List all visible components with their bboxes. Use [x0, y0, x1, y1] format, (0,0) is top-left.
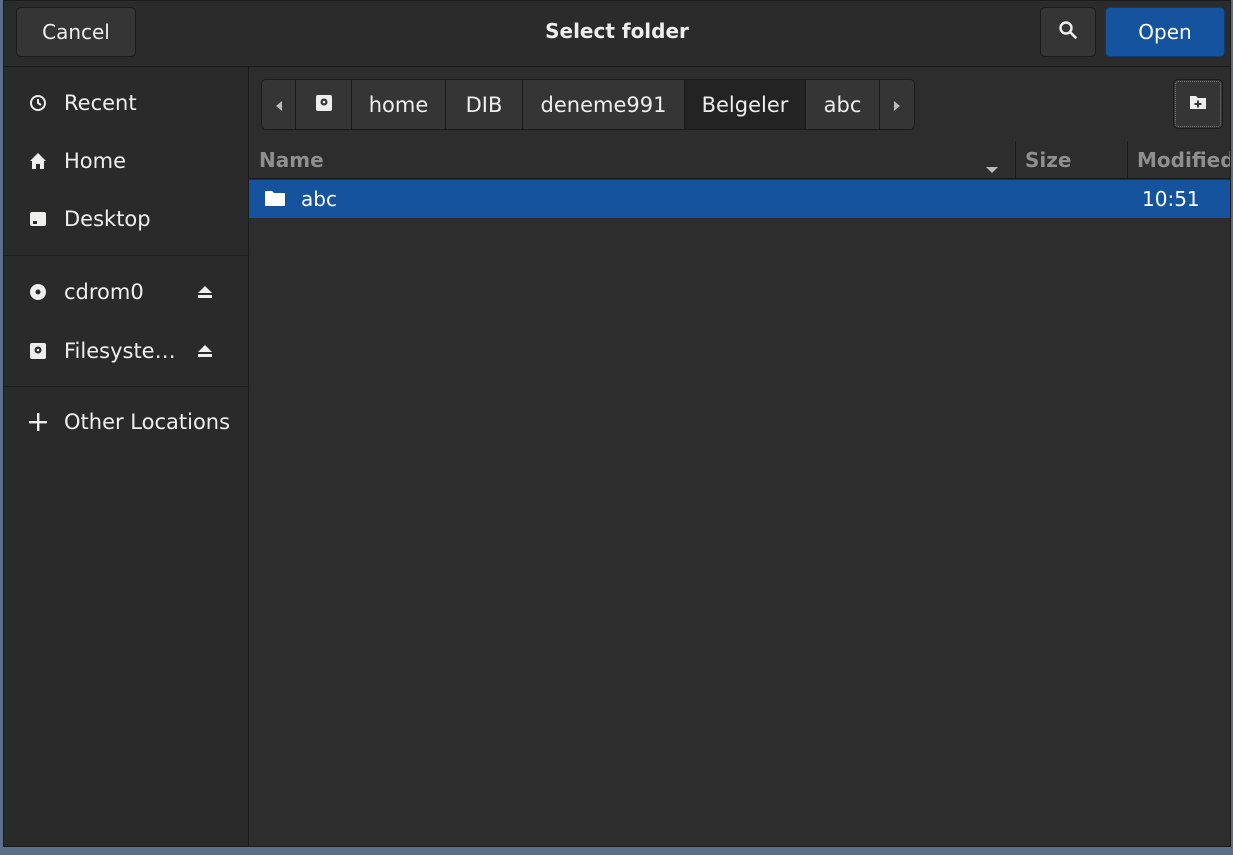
- path-bar: home DIB deneme991 Belgeler abc: [261, 79, 915, 130]
- drive-icon: [26, 339, 50, 363]
- sidebar-item-label: Other Locations: [64, 410, 231, 434]
- column-header-name[interactable]: Name: [259, 148, 324, 172]
- pathbar-crumb-abc[interactable]: abc: [806, 80, 880, 129]
- sidebar-item-other-locations[interactable]: Other Locations: [4, 397, 249, 447]
- sidebar-separator: [4, 255, 249, 256]
- column-header-modified[interactable]: Modified: [1137, 148, 1230, 172]
- pathbar-crumb-home[interactable]: home: [352, 80, 446, 129]
- new-folder-button[interactable]: [1173, 79, 1223, 129]
- places-sidebar: Recent Home Desktop cdrom0 Filesyste… Ot…: [4, 67, 249, 846]
- open-button[interactable]: Open: [1105, 7, 1225, 57]
- pathbar-crumb-belgeler[interactable]: Belgeler: [685, 80, 806, 129]
- file-name: abc: [301, 187, 337, 211]
- eject-icon[interactable]: [194, 340, 216, 362]
- sidebar-item-cdrom0[interactable]: cdrom0: [4, 267, 249, 317]
- folder-icon: [264, 188, 286, 212]
- sidebar-item-label: cdrom0: [64, 280, 144, 304]
- sidebar-item-label: Filesyste…: [64, 339, 176, 363]
- table-row[interactable]: abc 10:51: [249, 180, 1230, 218]
- column-divider: [1127, 141, 1128, 179]
- file-chooser-dialog: Cancel Select folder Open Recent Home De: [3, 0, 1231, 847]
- sidebar-item-home[interactable]: Home: [4, 136, 249, 186]
- file-list: Name Size Modified abc 10:51: [249, 141, 1230, 846]
- new-folder-icon: [1189, 94, 1207, 114]
- home-icon: [26, 149, 50, 173]
- pathbar-crumb-dib[interactable]: DIB: [446, 80, 523, 129]
- sidebar-item-filesystem[interactable]: Filesyste…: [4, 326, 249, 376]
- column-divider: [1015, 141, 1016, 179]
- sort-descending-icon: [985, 155, 999, 179]
- pathbar-scroll-right-button[interactable]: [880, 80, 914, 129]
- sidebar-item-desktop[interactable]: Desktop: [4, 194, 249, 244]
- column-header-size[interactable]: Size: [1025, 148, 1071, 172]
- pathbar-root-button[interactable]: [296, 80, 352, 129]
- plus-icon: [26, 410, 50, 434]
- sidebar-item-recent[interactable]: Recent: [4, 78, 249, 128]
- chevron-right-icon: [893, 93, 901, 117]
- chevron-left-icon: [275, 93, 283, 117]
- eject-icon[interactable]: [194, 281, 216, 303]
- pathbar-crumb-deneme991[interactable]: deneme991: [523, 80, 685, 129]
- header-bar: Cancel Select folder Open: [4, 1, 1230, 67]
- disc-icon: [26, 280, 50, 304]
- drive-icon: [315, 93, 333, 117]
- column-header: Name Size Modified: [249, 141, 1230, 179]
- file-modified: 10:51: [1142, 187, 1200, 211]
- sidebar-item-label: Recent: [64, 91, 137, 115]
- search-icon: [1058, 20, 1078, 45]
- sidebar-item-label: Desktop: [64, 207, 151, 231]
- desktop-icon: [26, 207, 50, 231]
- pathbar-scroll-left-button[interactable]: [262, 80, 296, 129]
- clock-icon: [26, 91, 50, 115]
- search-button[interactable]: [1040, 7, 1096, 57]
- sidebar-item-label: Home: [64, 149, 127, 173]
- sidebar-separator: [4, 386, 249, 387]
